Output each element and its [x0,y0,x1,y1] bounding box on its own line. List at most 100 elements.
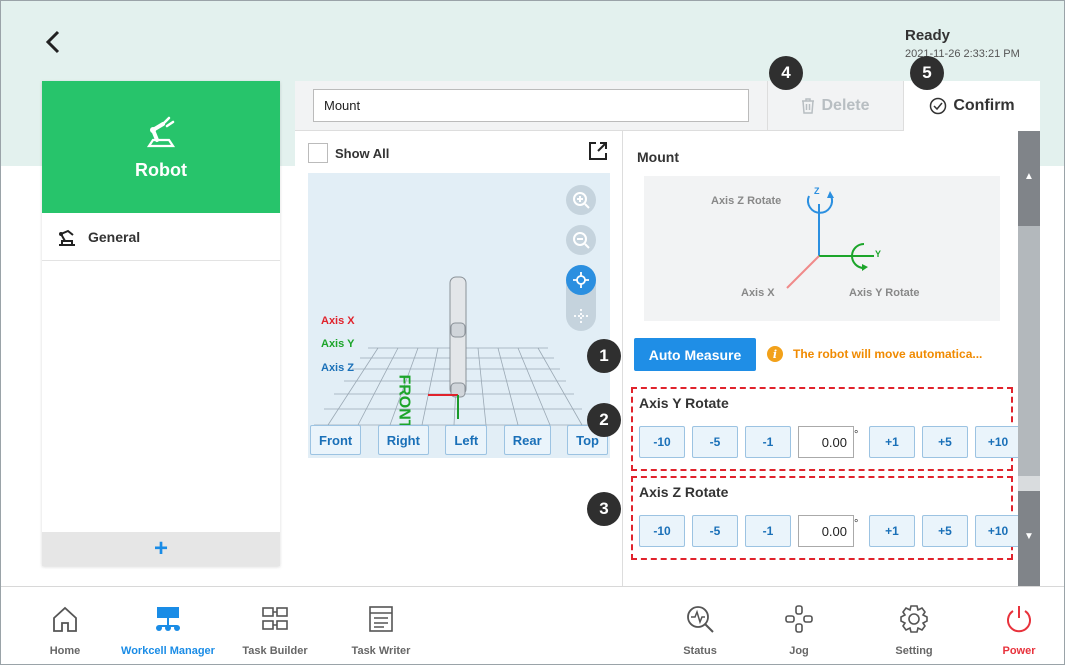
scroll-thumb[interactable] [1018,226,1040,476]
axis-z-plus-10-button[interactable]: +10 [975,515,1021,547]
view-front-button[interactable]: Front [310,425,362,455]
axis-z-label: Axis Z [321,362,355,374]
nav-task-builder[interactable]: Task Builder [235,587,315,664]
diagram-y-rotate-label: Axis Y Rotate [849,287,920,299]
axis-y-plus-10-button[interactable]: +10 [975,426,1021,458]
power-icon [1007,606,1031,633]
axis-z-value-input[interactable]: 0.00 [798,515,854,547]
axis-diagram: Axis Z Rotate Z Y Axis X Axis Y Rotate [644,176,1000,321]
axis-y-minus-5-button[interactable]: -5 [692,426,738,458]
add-item-button[interactable]: + [42,532,280,566]
view-left-button[interactable]: Left [445,425,488,455]
auto-measure-button[interactable]: Auto Measure [634,338,756,371]
viewport-3d[interactable]: Axis X Axis Y Axis Z FRONT Front Right L… [308,173,610,458]
rotate-icon [573,272,589,288]
nav-task-writer[interactable]: Task Writer [341,587,421,664]
auto-measure-warning: i The robot will move automatica... [767,346,982,362]
axis-z-stepper: -10 -5 -1 0.00 ° +1 +5 +10 [639,515,1028,547]
show-all-checkbox[interactable] [308,143,328,163]
diagram-z-rotate-label: Axis Z Rotate [711,195,782,207]
show-all-toggle[interactable]: Show All [308,143,389,163]
nav-home-label: Home [49,645,81,657]
status-area: Ready 2021-11-26 2:33:21 PM [905,27,1020,60]
task-writer-icon [369,606,393,632]
rotate-mode-button[interactable] [566,265,596,295]
main-panel: Delete Confirm Show All [295,81,1040,586]
nav-setting[interactable]: Setting [889,587,939,664]
mount-title: Mount [637,149,679,165]
nav-home[interactable]: Home [45,587,85,664]
robot-model [449,276,467,398]
warning-text: The robot will move automatica... [793,347,983,361]
axis-y-plus-5-button[interactable]: +5 [922,426,968,458]
axis-z-minus-10-button[interactable]: -10 [639,515,685,547]
nav-jog[interactable]: Jog [779,587,819,664]
nav-setting-label: Setting [895,645,933,657]
home-icon [53,606,77,632]
back-arrow-icon[interactable] [39,27,69,57]
nav-power-label: Power [1002,645,1036,657]
nav-workcell-manager[interactable]: Workcell Manager [113,587,223,664]
nav-power[interactable]: Power [999,587,1039,664]
floor-front-label: FRONT [395,374,413,430]
robot-card-label: Robot [135,159,187,180]
expand-icon[interactable] [587,140,609,162]
axis-z-minus-1-button[interactable]: -1 [745,515,791,547]
properties-scrollbar[interactable]: ▲ ▼ [1018,131,1040,586]
callout-badge-5: 5 [910,56,944,90]
axis-z-plus-5-button[interactable]: +5 [922,515,968,547]
axis-z-plus-1-button[interactable]: +1 [869,515,915,547]
show-all-label: Show All [335,145,390,161]
nav-task-builder-label: Task Builder [242,645,308,657]
axis-z-rotate-title: Axis Z Rotate [639,484,729,500]
nav-task-writer-label: Task Writer [351,645,411,657]
callout-badge-2: 2 [587,403,621,437]
axis-x-label: Axis X [321,315,355,327]
viewport-controls [566,185,598,331]
zoom-out-button[interactable] [566,225,596,255]
callout-badge-4: 4 [769,56,803,90]
robot-card[interactable]: Robot [42,81,280,213]
workcell-icon [156,607,180,631]
app-window: Ready 2021-11-26 2:33:21 PM Robot Genera… [0,0,1065,665]
view-right-button[interactable]: Right [377,425,429,455]
gear-icon [900,605,928,633]
axis-y-value-input[interactable]: 0.00 [798,426,854,458]
axis-y-rotate-title: Axis Y Rotate [639,395,729,411]
rotate-pan-toggle[interactable] [566,265,596,331]
zoom-in-button[interactable] [566,185,596,215]
nav-status-label: Status [683,645,717,657]
axis-z-rotate-group: Axis Z Rotate -10 -5 -1 0.00 ° +1 +5 +10 [631,476,1021,560]
sidebar-item-general[interactable]: General [42,213,280,261]
diagram-y-label: Y [875,249,882,259]
robot-small-icon [59,229,75,246]
nav-jog-label: Jog [789,645,809,657]
axis-z-minus-5-button[interactable]: -5 [692,515,738,547]
trash-icon [802,98,815,114]
name-input[interactable] [313,89,749,122]
axis-y-minus-1-button[interactable]: -1 [745,426,791,458]
scroll-down-button[interactable]: ▼ [1018,491,1040,586]
viewer-pane: Show All Axis X Axis Y Axis Z FRONT Fron… [295,131,623,586]
view-rear-button[interactable]: Rear [503,425,551,455]
scroll-up-button[interactable]: ▲ [1018,131,1040,226]
task-builder-icon [262,607,288,630]
diagram-z-label: Z [814,186,820,196]
nav-workcell-label: Workcell Manager [121,645,215,657]
diagram-x-label: Axis X [741,287,775,299]
confirm-label: Confirm [953,97,1015,114]
sidebar-item-label: General [88,228,141,245]
mount-properties: Mount Axis Z Rotate Z Y Axis X Axis Y Ro… [624,131,1021,586]
delete-label: Delete [821,97,870,114]
nav-status[interactable]: Status [675,587,725,664]
axis-y-plus-1-button[interactable]: +1 [869,426,915,458]
axis-y-minus-10-button[interactable]: -10 [639,426,685,458]
axis-y-label: Axis Y [321,338,355,350]
jog-icon [785,605,813,633]
axis-y-stepper: -10 -5 -1 0.00 ° +1 +5 +10 [639,426,1028,458]
axis-y-rotate-group: Axis Y Rotate -10 -5 -1 0.00 ° +1 +5 +10 [631,387,1021,471]
callout-badge-1: 1 [587,339,621,373]
degree-symbol: ° [854,518,859,530]
view-buttons: Front Right Left Rear Top [308,425,610,455]
pan-icon[interactable] [572,307,590,325]
